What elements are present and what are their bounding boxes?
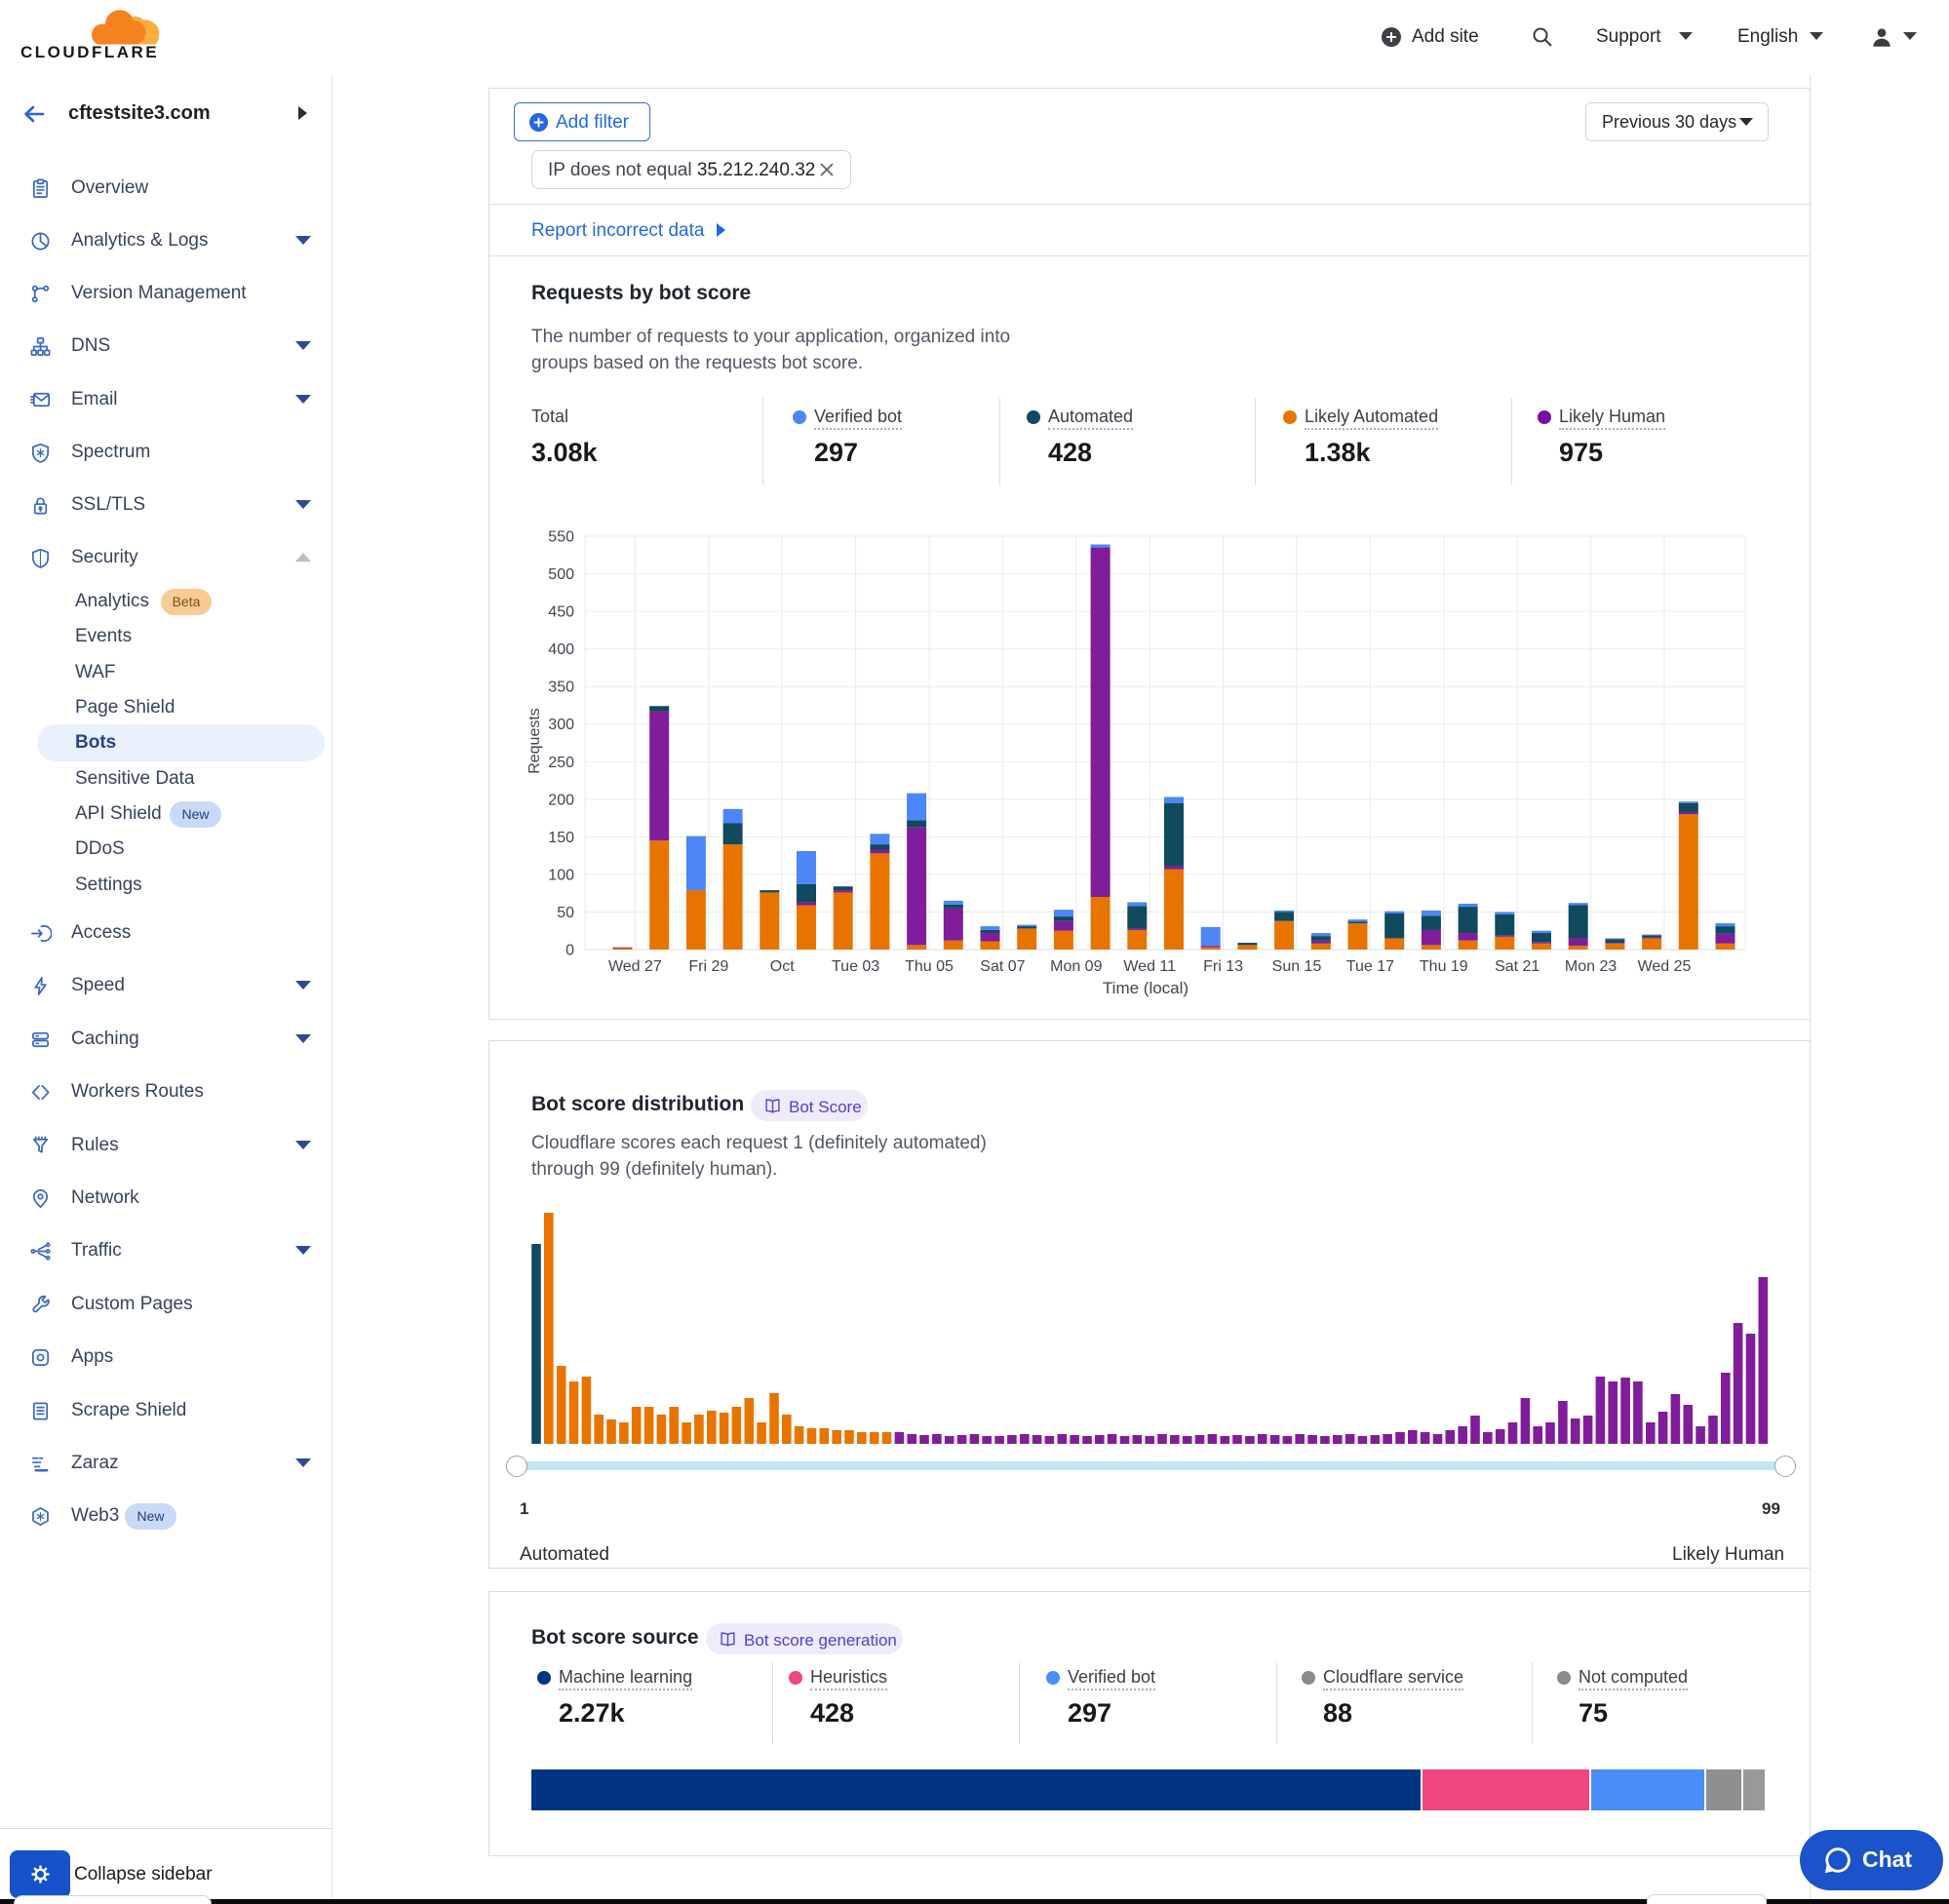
svg-text:400: 400 [548,641,574,658]
svg-text:Wed 11: Wed 11 [1123,958,1176,975]
svg-text:550: 550 [548,529,574,546]
svg-text:Sat 07: Sat 07 [980,958,1025,975]
svg-text:Time (local): Time (local) [1103,979,1189,997]
svg-text:Fri 29: Fri 29 [688,958,728,975]
svg-text:Thu 05: Thu 05 [905,958,954,975]
svg-text:50: 50 [557,905,574,921]
svg-text:Requests: Requests [526,708,543,774]
svg-text:Sun 15: Sun 15 [1272,958,1322,975]
svg-text:Mon 09: Mon 09 [1050,958,1102,975]
svg-text:0: 0 [565,943,574,959]
svg-text:Wed 25: Wed 25 [1638,958,1692,975]
svg-text:500: 500 [548,566,574,583]
svg-text:Tue 03: Tue 03 [832,958,879,975]
svg-text:150: 150 [548,830,574,846]
svg-text:Mon 23: Mon 23 [1565,958,1617,975]
svg-text:Wed 27: Wed 27 [608,958,662,975]
svg-text:Fri 13: Fri 13 [1203,958,1243,975]
svg-text:450: 450 [548,604,574,621]
svg-text:Sat 21: Sat 21 [1495,958,1540,975]
svg-text:350: 350 [548,680,574,696]
svg-text:200: 200 [548,792,574,808]
svg-text:Tue 17: Tue 17 [1346,958,1394,975]
svg-text:100: 100 [548,867,574,883]
svg-text:Oct: Oct [770,958,795,975]
svg-text:250: 250 [548,755,574,771]
svg-text:Thu 19: Thu 19 [1420,958,1468,975]
svg-text:300: 300 [548,717,574,733]
